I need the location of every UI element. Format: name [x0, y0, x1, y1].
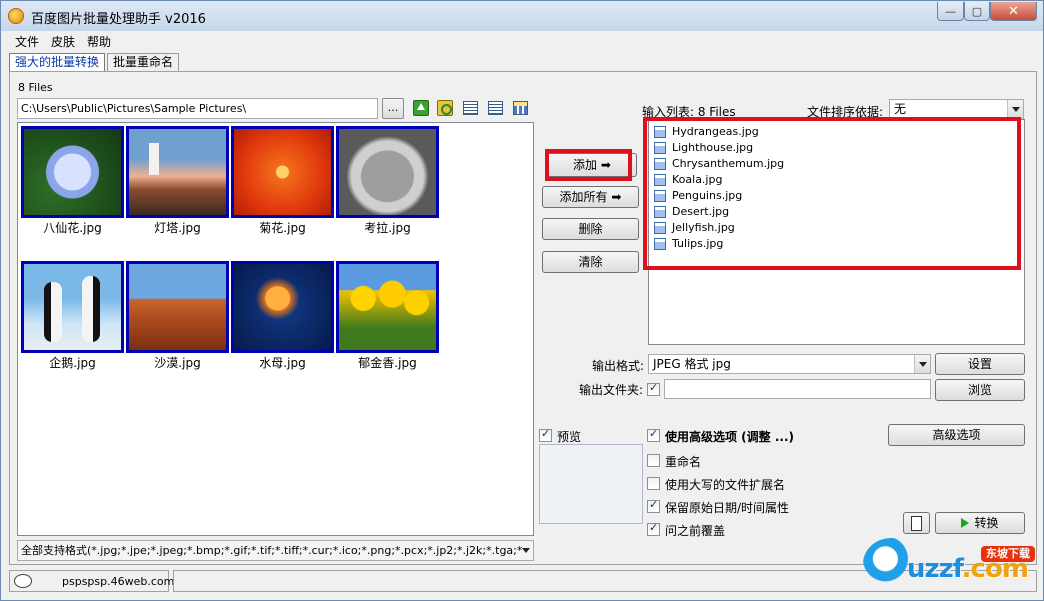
chevron-down-icon[interactable] [1007, 100, 1023, 118]
browse-button[interactable]: 浏览 [935, 379, 1025, 401]
file-type-filter-select[interactable]: 全部支持格式(*.jpg;*.jpe;*.jpeg;*.bmp;*.gif;*.… [17, 540, 534, 561]
delete-button[interactable]: 删除 [542, 218, 639, 240]
menu-help[interactable]: 帮助 [81, 33, 117, 51]
clear-button[interactable]: 清除 [542, 251, 639, 273]
status-link-icon [14, 574, 32, 588]
status-cell-primary: pspspsp.46web.com [9, 570, 174, 592]
thumbnail-label: 考拉.jpg [364, 221, 411, 235]
watermark-text-main: uzzf [907, 554, 963, 584]
menu-skin[interactable]: 皮肤 [45, 33, 81, 51]
thumbnail-label: 沙漠.jpg [154, 356, 201, 370]
preview-document-icon[interactable] [903, 512, 930, 534]
output-folder-label: 输出文件夹: [579, 383, 644, 397]
files-count: 8 Files [18, 81, 53, 94]
keep-date-checkbox[interactable] [647, 498, 660, 513]
folder-path-input[interactable]: C:\Users\Public\Pictures\Sample Pictures… [17, 98, 378, 119]
output-folder-checkbox[interactable] [647, 381, 660, 396]
file-type-filter-value: 全部支持格式(*.jpg;*.jpe;*.jpeg;*.bmp;*.gif;*.… [21, 544, 523, 557]
status-text[interactable]: pspspsp.46web.com [62, 575, 174, 588]
preview-label: 预览 [557, 430, 582, 444]
output-format-value: JPEG 格式 jpg [653, 357, 731, 371]
maximize-button[interactable]: ▢ [964, 2, 990, 21]
preview-checkbox[interactable] [539, 427, 552, 442]
details-view-icon[interactable] [488, 101, 503, 115]
browse-folder-button[interactable]: ... [382, 98, 404, 119]
arrow-right-icon: ➡ [611, 190, 622, 204]
thumbnail-penguins[interactable] [21, 261, 124, 353]
ask-overwrite-checkbox[interactable] [647, 521, 660, 536]
app-logo-icon [8, 8, 24, 24]
minimize-button[interactable]: — [937, 2, 964, 21]
folder-up-icon[interactable] [413, 100, 429, 116]
output-format-label: 输出格式: [592, 359, 645, 373]
thumbnail-label: 菊花.jpg [259, 221, 306, 235]
highlight-box-list [643, 117, 1021, 270]
watermark-text: uzzf.com [907, 554, 1029, 584]
title-bar[interactable]: 百度图片批量处理助手 v2016 — ▢ ✕ [1, 1, 1043, 31]
list-view-icon[interactable] [463, 101, 478, 115]
app-window: 百度图片批量处理助手 v2016 — ▢ ✕ 文件 皮肤 帮助 强大的批量转换 … [0, 0, 1044, 601]
uppercase-extension-label: 使用大写的文件扩展名 [665, 478, 786, 492]
thumbnail-grid[interactable]: 八仙花.jpg 灯塔.jpg 菊花.jpg 考拉.jpg 企鹅.jpg 沙漠.j… [17, 122, 534, 536]
preview-pane [539, 444, 643, 524]
highlight-box-add [545, 149, 632, 181]
window-title: 百度图片批量处理助手 v2016 [31, 12, 206, 27]
watermark-logo: 东坡下载 uzzf.com [863, 538, 1039, 590]
add-all-button[interactable]: 添加所有 ➡ [542, 186, 639, 208]
watermark-text-domain: .com [961, 554, 1029, 584]
thumbnail-jellyfish[interactable] [231, 261, 334, 353]
output-format-select[interactable]: JPEG 格式 jpg [648, 354, 931, 374]
sort-select-value: 无 [894, 102, 907, 116]
sort-select[interactable]: 无 [889, 99, 1024, 119]
advanced-options-label: 使用高级选项 (调整 ...) [665, 430, 795, 444]
convert-button[interactable]: 转换 [935, 512, 1025, 534]
thumbnail-lighthouse[interactable] [126, 126, 229, 218]
tab-batch-rename[interactable]: 批量重命名 [107, 53, 180, 72]
menu-bar: 文件 皮肤 帮助 [9, 33, 117, 51]
tab-batch-convert[interactable]: 强大的批量转换 [9, 53, 106, 72]
close-button[interactable]: ✕ [990, 2, 1037, 21]
thumbnail-hydrangea[interactable] [21, 126, 124, 218]
thumbnail-label: 企鹅.jpg [49, 356, 96, 370]
thumbnail-label: 郁金香.jpg [358, 356, 417, 370]
thumbnail-label: 八仙花.jpg [43, 221, 102, 235]
chevron-down-icon [522, 548, 530, 553]
thumbnail-koala[interactable] [336, 126, 439, 218]
play-icon [961, 518, 970, 528]
rename-checkbox[interactable] [647, 454, 660, 467]
uppercase-extension-checkbox[interactable] [647, 477, 660, 490]
advanced-options-button[interactable]: 高级选项 [888, 424, 1025, 446]
output-folder-input[interactable] [664, 379, 931, 399]
chevron-down-icon[interactable] [914, 355, 930, 373]
keep-date-label: 保留原始日期/时间属性 [665, 501, 790, 515]
thumbnail-label: 灯塔.jpg [154, 221, 201, 235]
ask-overwrite-label: 问之前覆盖 [665, 524, 726, 538]
tab-strip: 强大的批量转换 批量重命名 [9, 53, 181, 72]
thumbnail-desert[interactable] [126, 261, 229, 353]
refresh-icon[interactable] [437, 100, 453, 116]
menu-file[interactable]: 文件 [9, 33, 45, 51]
settings-button[interactable]: 设置 [935, 353, 1025, 375]
thumbnail-view-icon[interactable] [513, 101, 528, 115]
add-all-button-label: 添加所有 [559, 190, 608, 204]
rename-label: 重命名 [665, 455, 702, 469]
thumbnail-label: 水母.jpg [259, 356, 306, 370]
advanced-options-checkbox[interactable] [647, 427, 660, 442]
thumbnail-tulips[interactable] [336, 261, 439, 353]
convert-button-label: 转换 [974, 516, 999, 530]
thumbnail-chrysanthemum[interactable] [231, 126, 334, 218]
